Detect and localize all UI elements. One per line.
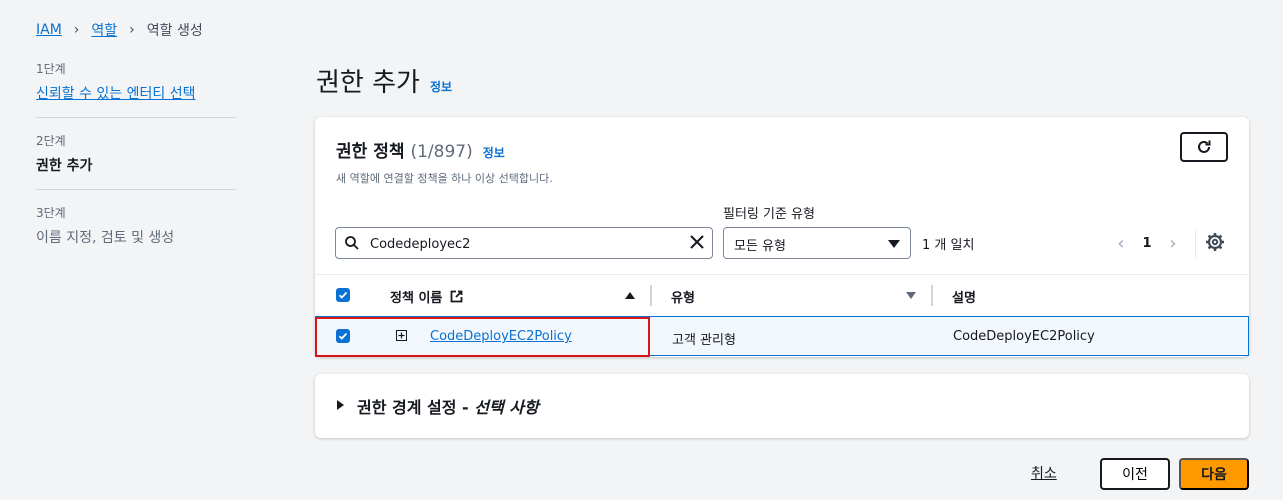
check-icon bbox=[338, 291, 348, 299]
column-divider bbox=[931, 285, 933, 306]
chevron-right-icon: › bbox=[129, 22, 135, 38]
step-1-link[interactable]: 신뢰할 수 있는 엔터티 선택 bbox=[36, 86, 195, 102]
selection-count: (1/897) bbox=[410, 142, 473, 162]
pagination: ‹ 1 › bbox=[1110, 230, 1184, 256]
caret-right-icon bbox=[337, 400, 344, 410]
external-link-icon bbox=[450, 290, 463, 303]
panel-header: 권한 정책 (1/897) 정보 bbox=[336, 137, 505, 162]
search-input[interactable] bbox=[368, 233, 682, 255]
column-header-type[interactable]: 유형 bbox=[671, 287, 695, 306]
chevron-right-icon[interactable]: › bbox=[1162, 230, 1184, 256]
wizard-steps: 1단계 신뢰할 수 있는 엔터티 선택 2단계 권한 추가 3단계 이름 지정,… bbox=[36, 60, 236, 275]
boundary-title-text: 권한 경계 설정 - bbox=[357, 398, 469, 417]
step-2-title: 권한 추가 bbox=[36, 158, 93, 174]
page-title: 권한 추가 bbox=[316, 68, 420, 98]
clear-icon[interactable] bbox=[690, 235, 704, 249]
permission-policies-panel: 권한 정책 (1/897) 정보 새 역할에 연결할 정책을 하나 이상 선택합… bbox=[315, 117, 1249, 357]
step-3-title: 이름 지정, 검토 및 생성 bbox=[36, 230, 175, 246]
step-number: 3단계 bbox=[36, 206, 66, 220]
panel-description: 새 역할에 연결할 정책을 하나 이상 선택합니다. bbox=[336, 172, 553, 185]
breadcrumb-current: 역할 생성 bbox=[146, 23, 203, 39]
page-header: 권한 추가 정보 bbox=[316, 62, 452, 99]
column-header-description[interactable]: 설명 bbox=[952, 287, 976, 306]
chevron-left-icon[interactable]: ‹ bbox=[1110, 230, 1132, 256]
breadcrumb-iam-link[interactable]: IAM bbox=[36, 22, 62, 38]
panel-title: 권한 정책 bbox=[336, 142, 405, 162]
match-count: 1 개 일치 bbox=[922, 238, 975, 253]
policy-description: CodeDeployEC2Policy bbox=[953, 329, 1095, 344]
filter-type-value: 모든 유형 bbox=[734, 239, 786, 254]
refresh-icon bbox=[1198, 140, 1211, 153]
breadcrumb: IAM › 역할 › 역할 생성 bbox=[36, 20, 203, 40]
cancel-button[interactable]: 취소 bbox=[1031, 463, 1057, 483]
next-button[interactable]: 다음 bbox=[1179, 458, 1249, 490]
sort-icon[interactable] bbox=[906, 292, 916, 299]
boundary-title: 권한 경계 설정 - 선택 사항 bbox=[357, 394, 539, 418]
caret-down-icon bbox=[888, 240, 900, 248]
filter-type-label: 필터링 기준 유형 bbox=[723, 207, 815, 222]
annotation-highlight-box bbox=[315, 317, 650, 357]
policies-info-link[interactable]: 정보 bbox=[483, 144, 505, 161]
wizard-step-1: 1단계 신뢰할 수 있는 엔터티 선택 bbox=[36, 60, 236, 118]
divider bbox=[1195, 229, 1196, 259]
previous-button[interactable]: 이전 bbox=[1100, 458, 1170, 490]
page-info-link[interactable]: 정보 bbox=[430, 78, 452, 95]
breadcrumb-roles-link[interactable]: 역할 bbox=[91, 20, 117, 40]
sort-ascending-icon[interactable] bbox=[625, 292, 635, 299]
wizard-step-3: 3단계 이름 지정, 검토 및 생성 bbox=[36, 204, 236, 261]
select-all-checkbox[interactable] bbox=[336, 288, 350, 302]
filter-type-select[interactable]: 모든 유형 bbox=[723, 227, 911, 259]
column-header-name[interactable]: 정책 이름 bbox=[390, 287, 463, 306]
page-number[interactable]: 1 bbox=[1136, 236, 1158, 251]
table-header: 정책 이름 유형 설명 bbox=[315, 274, 1249, 317]
gear-icon[interactable] bbox=[1205, 232, 1225, 252]
refresh-button[interactable] bbox=[1180, 132, 1228, 162]
search-icon bbox=[345, 236, 359, 250]
permissions-boundary-section[interactable]: 권한 경계 설정 - 선택 사항 bbox=[315, 374, 1249, 438]
chevron-right-icon: › bbox=[73, 22, 80, 38]
step-number: 2단계 bbox=[36, 134, 66, 148]
step-number: 1단계 bbox=[36, 62, 66, 76]
wizard-step-2: 2단계 권한 추가 bbox=[36, 132, 236, 190]
column-name-label: 정책 이름 bbox=[390, 291, 443, 306]
column-divider bbox=[650, 285, 652, 306]
search-field[interactable] bbox=[335, 227, 713, 259]
boundary-optional-text: 선택 사항 bbox=[474, 398, 539, 417]
policy-type: 고객 관리형 bbox=[672, 333, 736, 348]
